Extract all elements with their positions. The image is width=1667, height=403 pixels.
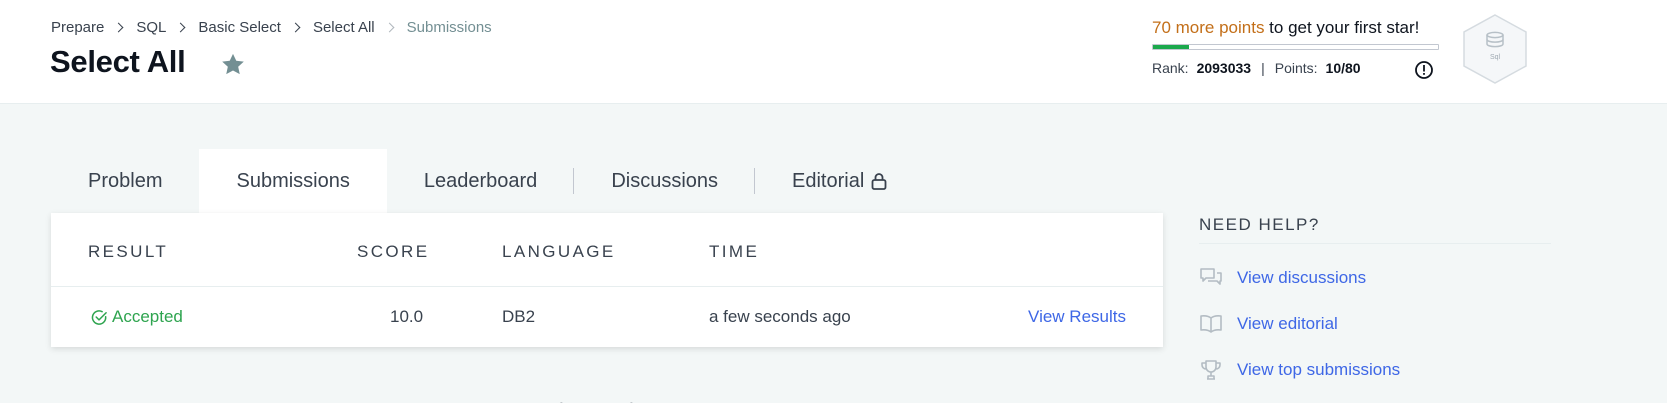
info-icon[interactable] <box>1414 60 1434 80</box>
book-icon <box>1200 315 1222 333</box>
tab-submissions-label: Submissions <box>236 169 350 192</box>
breadcrumb-basic-select[interactable]: Basic Select <box>198 19 281 36</box>
tab-editorial[interactable]: Editorial <box>755 149 924 213</box>
check-circle-icon <box>91 309 107 325</box>
table-row: Accepted 10.0 DB2 a few seconds ago View… <box>51 287 1163 347</box>
tab-leaderboard-label: Leaderboard <box>423 169 538 192</box>
need-help-title: NEED HELP? <box>1199 215 1551 244</box>
chat-icon <box>1200 268 1222 285</box>
header-time: TIME <box>709 242 760 261</box>
trophy-icon <box>1201 360 1221 380</box>
chevron-right-icon <box>384 22 395 33</box>
challenge-tabs: Problem Submissions Leaderboard Discussi… <box>51 149 924 213</box>
view-editorial-link[interactable]: View editorial <box>1199 313 1338 335</box>
view-discussions-label: View discussions <box>1237 268 1367 287</box>
table-header: RESULT SCORE LANGUAGE TIME <box>51 213 1163 287</box>
language-value: DB2 <box>502 307 536 326</box>
tab-leaderboard[interactable]: Leaderboard <box>387 149 575 213</box>
tab-discussions[interactable]: Discussions <box>574 149 756 213</box>
view-editorial-label: View editorial <box>1237 314 1338 333</box>
database-badge-icon[interactable]: Sql <box>1462 14 1528 84</box>
header-language: LANGUAGE <box>502 242 616 261</box>
rank-points-stats: Rank: 2093033 | Points: 10/80 <box>1152 60 1361 76</box>
breadcrumb-sql[interactable]: SQL <box>136 19 166 36</box>
breadcrumb: Prepare SQL Basic Select Select All Subm… <box>51 19 492 36</box>
pagination-prev-icon[interactable]: ‹ <box>556 393 563 403</box>
time-value: a few seconds ago <box>709 307 851 326</box>
pagination-next-icon[interactable]: › <box>629 393 636 403</box>
star-icon[interactable] <box>219 51 247 78</box>
result-label: Accepted <box>112 307 183 326</box>
chevron-right-icon <box>113 22 124 33</box>
tab-discussions-label: Discussions <box>611 169 719 192</box>
badge-label: Sql <box>1490 54 1501 61</box>
star-progress-fill <box>1153 45 1189 49</box>
pagination: ‹ › <box>556 393 637 403</box>
submissions-table: RESULT SCORE LANGUAGE TIME Accepted 10.0… <box>51 213 1163 347</box>
rank-value: 2093033 <box>1196 60 1252 76</box>
breadcrumb-current: Submissions <box>406 19 492 36</box>
chevron-right-icon <box>290 22 301 33</box>
stats-divider: | <box>1261 60 1265 76</box>
view-results-link[interactable]: View Results <box>1028 307 1126 327</box>
breadcrumb-prepare[interactable]: Prepare <box>51 19 104 36</box>
tab-problem-label: Problem <box>88 169 163 192</box>
page-title: Select All <box>50 44 186 79</box>
breadcrumb-select-all[interactable]: Select All <box>313 19 375 36</box>
points-needed: 70 more points <box>1152 18 1265 37</box>
tab-editorial-label: Editorial <box>792 169 865 192</box>
star-progress-bar <box>1152 44 1439 50</box>
points-value: 10/80 <box>1325 60 1361 76</box>
points-message: 70 more points to get your first star! <box>1152 18 1419 38</box>
result-status: Accepted <box>91 307 183 327</box>
chevron-right-icon <box>175 22 186 33</box>
rank-label: Rank: <box>1152 60 1189 76</box>
score-value: 10.0 <box>390 307 424 326</box>
points-label: Points: <box>1274 60 1318 76</box>
header-result: RESULT <box>88 242 169 261</box>
need-help-panel: NEED HELP? View discussions View editori… <box>1199 215 1551 380</box>
lock-icon <box>871 173 887 190</box>
tab-problem[interactable]: Problem <box>51 149 199 213</box>
header-score: SCORE <box>357 242 430 261</box>
view-top-submissions-label: View top submissions <box>1237 360 1401 379</box>
tab-submissions[interactable]: Submissions <box>199 149 387 213</box>
points-message-rest: to get your first star! <box>1264 18 1420 37</box>
page-header: Prepare SQL Basic Select Select All Subm… <box>0 0 1667 104</box>
view-top-submissions-link[interactable]: View top submissions <box>1199 359 1400 381</box>
view-discussions-link[interactable]: View discussions <box>1199 267 1366 289</box>
